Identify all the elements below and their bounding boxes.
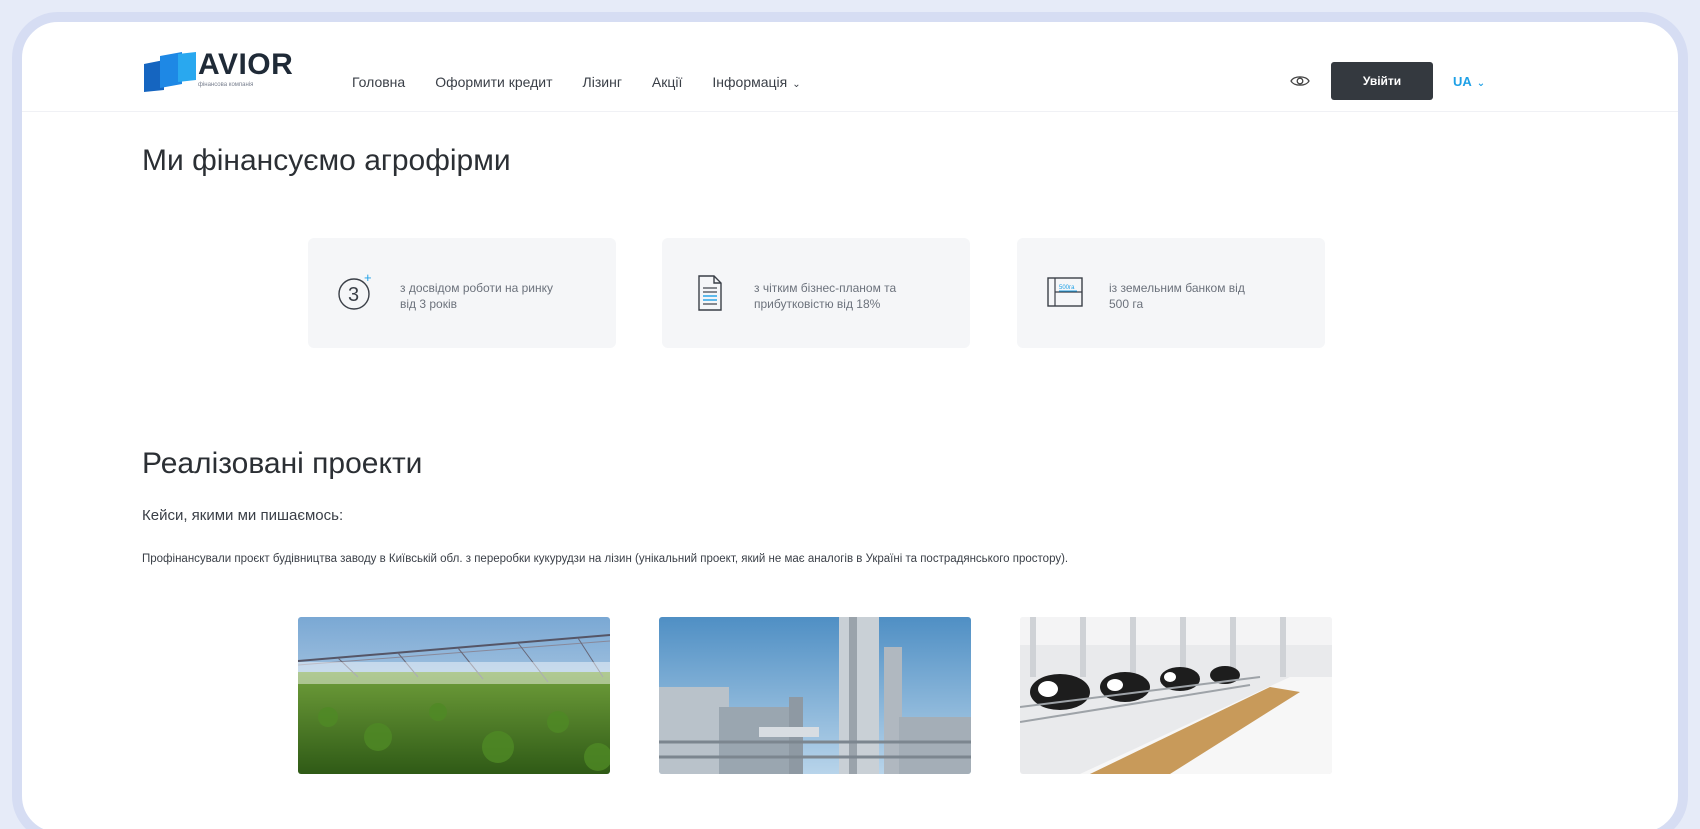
language-selector[interactable]: UA ⌄ bbox=[1453, 74, 1485, 89]
feature-text: із земельним банком від 500 га bbox=[1109, 280, 1299, 312]
login-button[interactable]: Увійти bbox=[1331, 62, 1433, 100]
feature-text-line: прибутковістю від 18% bbox=[754, 297, 881, 311]
logo-tagline: фінансова компанія bbox=[198, 82, 254, 88]
three-plus-years-icon-text: 3 bbox=[348, 284, 359, 306]
feature-text-line: з досвідом роботи на ринку bbox=[400, 281, 553, 295]
feature-text: з чітким бізнес-планом та прибутковістю … bbox=[754, 280, 944, 312]
feature-text: з досвідом роботи на ринку від 3 років bbox=[400, 280, 590, 312]
finance-section-title: Ми фінансуємо агрофірми bbox=[142, 144, 511, 177]
projects-description: Профінансували проєкт будівництва заводу… bbox=[142, 553, 1069, 565]
nav-item-leasing[interactable]: Лізинг bbox=[583, 74, 622, 90]
main-nav: Головна Оформити кредит Лізинг Акції Інф… bbox=[352, 74, 801, 90]
feature-card-business-plan: з чітким бізнес-планом та прибутковістю … bbox=[662, 238, 970, 348]
factory-image bbox=[659, 617, 971, 774]
feature-text-line: від 3 років bbox=[400, 297, 458, 311]
language-label: UA bbox=[1453, 74, 1472, 89]
feature-card-land-bank: 500га із земельним банком від 500 га bbox=[1017, 238, 1325, 348]
feature-text-line: із земельним банком від bbox=[1109, 281, 1245, 295]
irrigation-field-photo[interactable] bbox=[298, 617, 610, 774]
nav-item-promotions[interactable]: Акції bbox=[652, 74, 682, 90]
nav-item-information-label: Інформація bbox=[712, 74, 788, 90]
nav-item-apply-credit[interactable]: Оформити кредит bbox=[435, 74, 552, 90]
projects-section-title: Реалізовані проекти bbox=[142, 447, 423, 480]
land-bank-icon-text: 500га bbox=[1059, 285, 1075, 291]
svg-text:+: + bbox=[364, 270, 372, 285]
nav-item-information[interactable]: Інформація ⌄ bbox=[712, 74, 800, 90]
logo[interactable]: AVIOR фінансова компанія bbox=[142, 48, 293, 96]
business-plan-document-icon bbox=[698, 275, 722, 311]
feature-text-line: 500 га bbox=[1109, 297, 1144, 311]
factory-photo[interactable] bbox=[659, 617, 971, 774]
dairy-farm-image bbox=[1020, 617, 1332, 774]
chevron-down-icon: ⌄ bbox=[792, 79, 801, 90]
logo-wordmark: AVIOR bbox=[198, 48, 294, 81]
logo-mark-icon bbox=[144, 52, 196, 92]
land-bank-icon: 500га bbox=[1047, 277, 1083, 307]
three-plus-years-icon: 3 + bbox=[338, 270, 372, 310]
dairy-farm-photo[interactable] bbox=[1020, 617, 1332, 774]
feature-text-line: з чітким бізнес-планом та bbox=[754, 281, 897, 295]
projects-subtitle: Кейси, якими ми пишаємось: bbox=[142, 507, 344, 524]
site-header: AVIOR фінансова компанія Головна Оформит… bbox=[22, 22, 1678, 112]
feature-card-experience: 3 + з досвідом роботи на ринку від 3 рок… bbox=[308, 238, 616, 348]
irrigation-field-image bbox=[298, 617, 610, 774]
chevron-down-icon: ⌄ bbox=[1476, 78, 1486, 89]
eye-icon[interactable] bbox=[1290, 74, 1310, 88]
browser-frame: AVIOR фінансова компанія Головна Оформит… bbox=[12, 12, 1688, 829]
nav-item-home[interactable]: Головна bbox=[352, 74, 405, 90]
